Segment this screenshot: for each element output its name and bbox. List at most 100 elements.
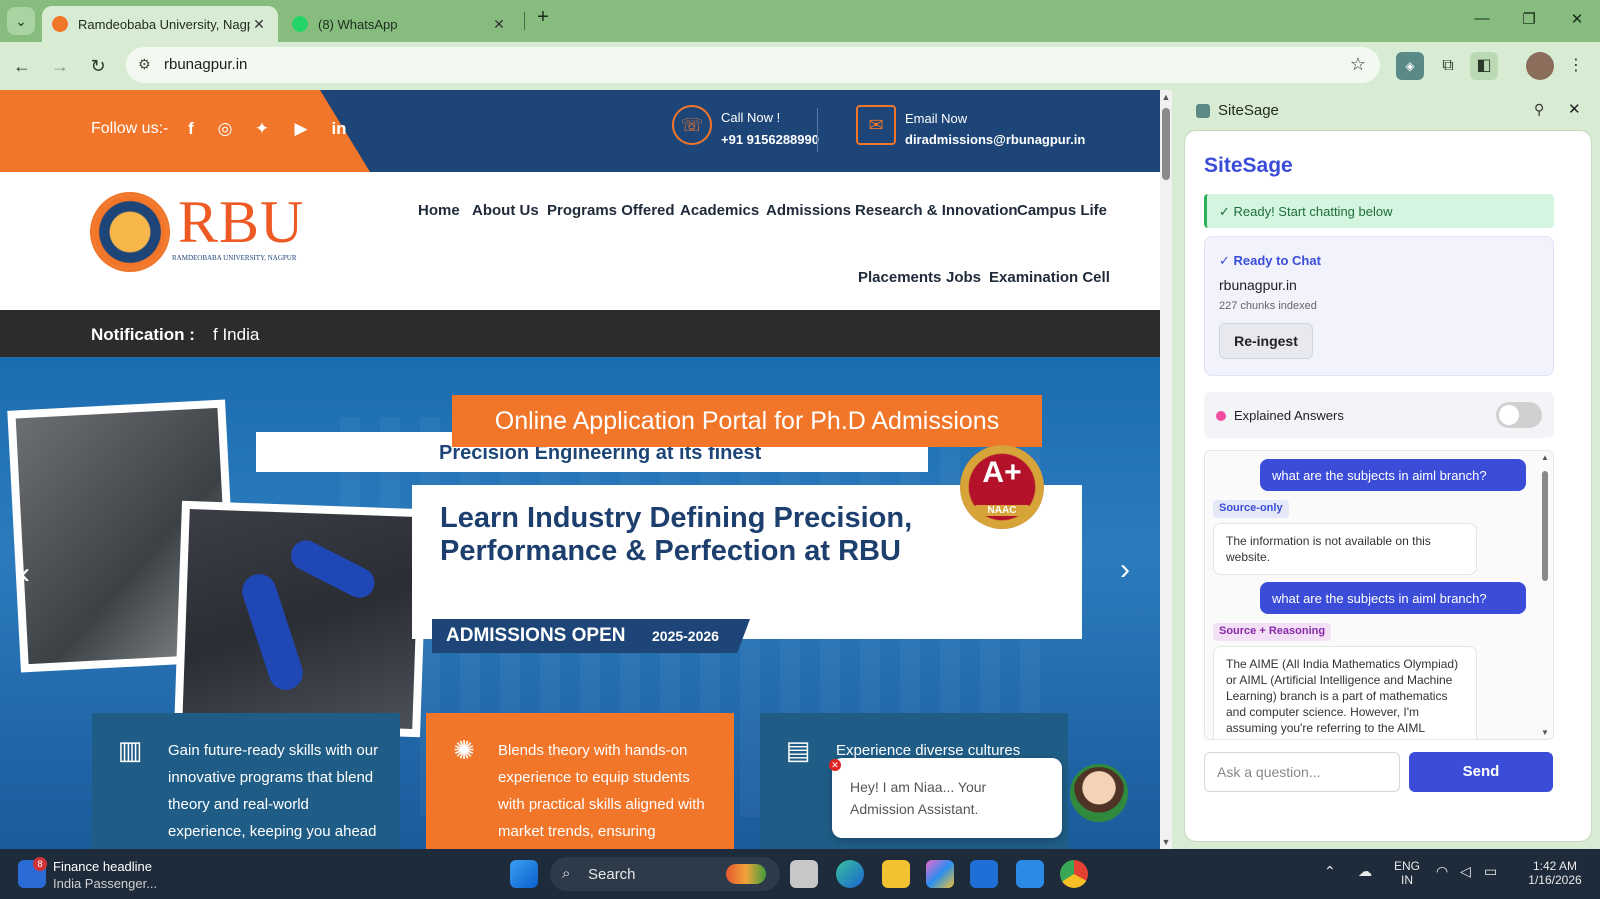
- naac-grade: A+: [982, 456, 1022, 489]
- admissions-open-band[interactable]: ADMISSIONS OPEN 2025-2026: [432, 619, 750, 653]
- menu-academics[interactable]: Academics: [680, 202, 759, 219]
- chatbot-greeting-bubble[interactable]: Hey! I am Niaa... Your Admission Assista…: [832, 758, 1062, 838]
- notification-label: Notification :: [91, 325, 195, 344]
- language-indicator[interactable]: ENG IN: [1394, 859, 1420, 887]
- close-panel-icon[interactable]: ✕: [1568, 100, 1581, 118]
- back-icon[interactable]: ←: [10, 54, 34, 78]
- address-bar[interactable]: ⚙ rbunagpur.in ☆: [126, 47, 1380, 83]
- facebook-icon[interactable]: f: [180, 118, 202, 140]
- feature-text: Gain future-ready skills with our innova…: [168, 742, 379, 840]
- user-message: what are the subjects in aiml branch?: [1260, 459, 1526, 491]
- tab-title: (8) WhatsApp: [318, 16, 398, 32]
- phone-number[interactable]: +91 9156288990: [721, 132, 819, 147]
- menu-jobs[interactable]: Jobs: [946, 269, 981, 286]
- twitter-icon[interactable]: ✦: [251, 118, 273, 140]
- close-window-button[interactable]: ✕: [1562, 10, 1592, 28]
- clock[interactable]: 1:42 AM 1/16/2026: [1520, 859, 1590, 887]
- profile-avatar[interactable]: [1526, 52, 1554, 80]
- page-scrollbar[interactable]: ▲ ▼: [1160, 90, 1172, 849]
- rbu-logo-text[interactable]: RBU: [178, 192, 304, 252]
- tab-whatsapp[interactable]: (8) WhatsApp ✕: [282, 6, 518, 42]
- instagram-icon[interactable]: ◎: [214, 118, 236, 140]
- minimize-button[interactable]: —: [1467, 10, 1497, 27]
- chat-scrollbar[interactable]: ▲ ▼: [1541, 453, 1549, 737]
- menu-research-innovation[interactable]: Research & Innovation: [855, 202, 1018, 219]
- close-tab-icon[interactable]: ✕: [250, 16, 268, 33]
- chatbot-close-icon[interactable]: ✕: [829, 759, 841, 771]
- chat-scroll-down-icon[interactable]: ▼: [1541, 728, 1549, 737]
- hero-heading: Learn Industry Defining Precision, Perfo…: [440, 502, 913, 567]
- menu-about-us[interactable]: About Us: [472, 202, 539, 219]
- contact-divider: [817, 108, 818, 152]
- menu-home[interactable]: Home: [418, 202, 460, 219]
- chrome-icon[interactable]: [1060, 860, 1088, 888]
- tab-search-button[interactable]: ⌄: [7, 7, 35, 35]
- bookmark-star-icon[interactable]: ☆: [1350, 54, 1366, 75]
- feature-card-programs[interactable]: ▥ Gain future-ready skills with our inno…: [92, 713, 400, 849]
- slider-next-icon[interactable]: ›: [1120, 553, 1130, 587]
- robot-photo-2: [174, 500, 428, 738]
- certificate-icon: ▤: [785, 735, 811, 765]
- windows-start-icon[interactable]: [510, 860, 538, 888]
- menu-programs-offered[interactable]: Programs Offered: [547, 202, 675, 219]
- chatbot-greeting-text: Hey! I am Niaa... Your Admission Assista…: [850, 779, 987, 817]
- menu-campus-life[interactable]: Campus Life: [1017, 202, 1107, 219]
- scroll-down-icon[interactable]: ▼: [1161, 837, 1171, 847]
- send-button[interactable]: Send: [1409, 752, 1553, 792]
- feature-text: Blends theory with hands-on experience t…: [498, 742, 705, 840]
- copilot-icon[interactable]: [926, 860, 954, 888]
- indexed-site: rbunagpur.in: [1219, 277, 1297, 293]
- unpin-icon[interactable]: ⚲: [1534, 101, 1544, 118]
- slider-prev-icon[interactable]: ‹: [20, 557, 30, 591]
- menu-kebab-icon[interactable]: ⋮: [1562, 52, 1590, 80]
- clock-time: 1:42 AM: [1532, 859, 1578, 873]
- chat-scroll-thumb[interactable]: [1542, 471, 1548, 581]
- sitesage-favicon-icon: [1196, 104, 1210, 118]
- battery-icon[interactable]: ▭: [1484, 863, 1497, 880]
- chat-log[interactable]: what are the subjects in aiml branch? So…: [1204, 450, 1554, 740]
- microsoft-store-icon[interactable]: [970, 860, 998, 888]
- explained-answers-row: Explained Answers: [1204, 392, 1554, 438]
- menu-placements[interactable]: Placements: [858, 269, 941, 286]
- forward-icon[interactable]: →: [48, 54, 72, 78]
- edge-icon[interactable]: [836, 860, 864, 888]
- email-address[interactable]: diradmissions@rbunagpur.in: [905, 132, 1085, 147]
- menu-admissions[interactable]: Admissions: [766, 202, 851, 219]
- onedrive-icon[interactable]: ☁: [1358, 863, 1372, 880]
- feature-card-practical[interactable]: ✺ Blends theory with hands-on experience…: [426, 713, 734, 849]
- chat-scroll-up-icon[interactable]: ▲: [1541, 453, 1549, 462]
- reingest-button[interactable]: Re-ingest: [1219, 323, 1313, 359]
- wifi-icon[interactable]: ◠: [1436, 863, 1448, 880]
- site-info-icon[interactable]: ⚙: [138, 56, 151, 73]
- extensions-puzzle-icon[interactable]: ⧉: [1434, 52, 1462, 80]
- question-input[interactable]: [1204, 752, 1400, 792]
- books-icon: ▥: [117, 735, 143, 765]
- notification-ticker[interactable]: f India: [213, 325, 259, 345]
- scrollbar-thumb[interactable]: [1162, 108, 1170, 180]
- taskbar-search[interactable]: ⌕ Search: [550, 857, 780, 891]
- maximize-button[interactable]: ❐: [1514, 10, 1544, 28]
- linkedin-icon[interactable]: in: [328, 118, 350, 140]
- scroll-up-icon[interactable]: ▲: [1161, 92, 1171, 102]
- vscode-icon[interactable]: [1016, 860, 1044, 888]
- user-message: what are the subjects in aiml branch?: [1260, 582, 1526, 614]
- extension-icon[interactable]: ◈: [1396, 52, 1424, 80]
- university-seal-logo[interactable]: [90, 192, 170, 272]
- menu-examination-cell[interactable]: Examination Cell: [989, 269, 1110, 286]
- new-tab-button[interactable]: +: [528, 6, 558, 29]
- phd-portal-button[interactable]: Online Application Portal for Ph.D Admis…: [452, 395, 1042, 447]
- reload-icon[interactable]: ↻: [86, 54, 110, 78]
- side-panel-icon[interactable]: ◧: [1470, 52, 1498, 80]
- task-view-icon[interactable]: [790, 860, 818, 888]
- tray-overflow-icon[interactable]: ⌃: [1324, 863, 1336, 880]
- news-headline[interactable]: Finance headline: [53, 859, 152, 874]
- windows-taskbar: 8 Finance headline India Passenger... ⌕ …: [0, 849, 1600, 899]
- close-tab-icon[interactable]: ✕: [490, 16, 508, 33]
- volume-icon[interactable]: ◁: [1460, 863, 1471, 880]
- explained-answers-toggle[interactable]: [1496, 402, 1542, 428]
- chatbot-avatar[interactable]: [1070, 764, 1128, 822]
- admissions-year: 2025-2026: [652, 628, 719, 644]
- youtube-icon[interactable]: ▶: [290, 118, 312, 140]
- file-explorer-icon[interactable]: [882, 860, 910, 888]
- tab-rbu[interactable]: Ramdeobaba University, Nagpu ✕: [42, 6, 278, 42]
